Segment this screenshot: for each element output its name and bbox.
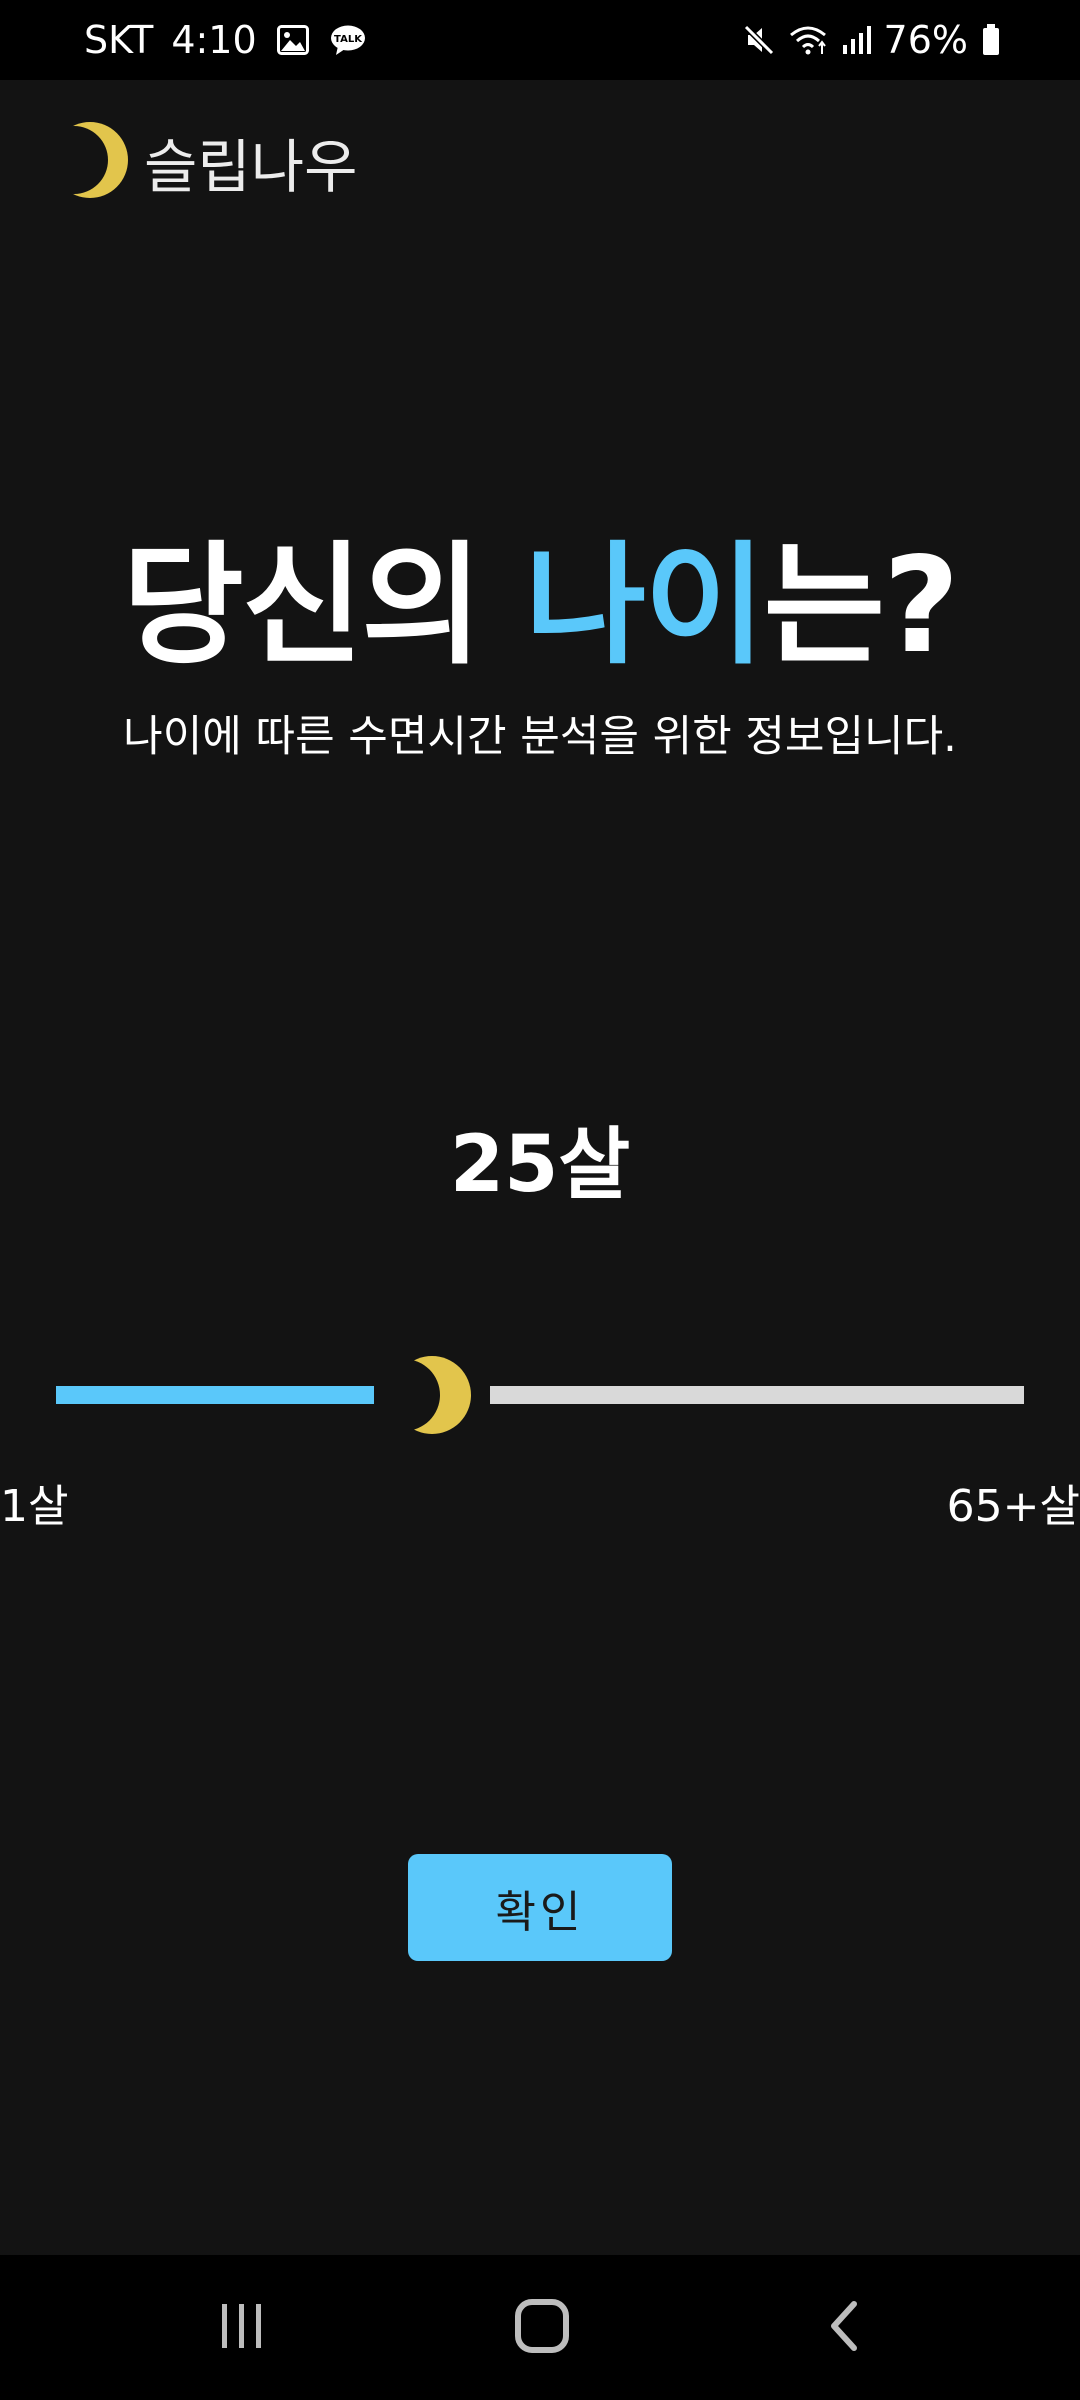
crescent-moon-icon bbox=[52, 120, 128, 204]
clock: 4:10 bbox=[171, 18, 257, 62]
headline-suffix: 는? bbox=[763, 529, 960, 683]
slider-track-empty[interactable] bbox=[489, 1386, 1024, 1404]
headline-accent: 나이 bbox=[524, 529, 766, 683]
battery-icon bbox=[982, 24, 1000, 56]
back-button[interactable] bbox=[764, 2255, 924, 2400]
recent-apps-icon bbox=[216, 2300, 268, 2356]
page-subtitle: 나이에 따른 수면시간 분석을 위한 정보입니다. bbox=[123, 712, 957, 762]
wifi-icon bbox=[788, 24, 828, 56]
navigation-bar bbox=[0, 2255, 1080, 2400]
slider-thumb[interactable] bbox=[390, 1353, 474, 1437]
app-name: 슬립나우 bbox=[144, 133, 358, 201]
talk-badge-text: TALK bbox=[334, 34, 363, 45]
page-title: 당신의 나이는? bbox=[0, 540, 1080, 672]
back-icon bbox=[824, 2298, 864, 2358]
status-right: 76% bbox=[730, 0, 1000, 80]
recent-apps-button[interactable] bbox=[162, 2255, 322, 2400]
battery-percent: 76% bbox=[883, 18, 968, 62]
status-bar: SKT 4:10 TALK 76% bbox=[0, 0, 1080, 80]
image-icon bbox=[276, 25, 309, 55]
age-input-screen: 슬립나우 당신의 나이는? 나이에 따른 수면시간 분석을 위한 정보입니다. … bbox=[0, 80, 1080, 2255]
slider-min-label: 1살 bbox=[0, 1481, 69, 1532]
slider-track-filled[interactable] bbox=[56, 1386, 374, 1404]
confirm-button[interactable]: 확인 bbox=[408, 1854, 672, 1961]
carrier-label: SKT bbox=[84, 18, 154, 62]
signal-icon bbox=[842, 25, 872, 55]
app-logo: 슬립나우 bbox=[52, 120, 358, 204]
home-button[interactable] bbox=[462, 2255, 622, 2400]
status-left: SKT 4:10 TALK bbox=[84, 0, 367, 80]
age-value-display: 25살 bbox=[449, 1120, 631, 1210]
mute-icon bbox=[743, 24, 774, 56]
age-slider[interactable] bbox=[56, 1345, 1024, 1445]
home-icon bbox=[514, 2298, 570, 2358]
slider-max-label: 65+살 bbox=[946, 1481, 1080, 1532]
kakaotalk-icon: TALK bbox=[329, 24, 367, 56]
crescent-moon-icon bbox=[390, 1356, 474, 1441]
headline-prefix: 당신의 bbox=[122, 529, 525, 683]
